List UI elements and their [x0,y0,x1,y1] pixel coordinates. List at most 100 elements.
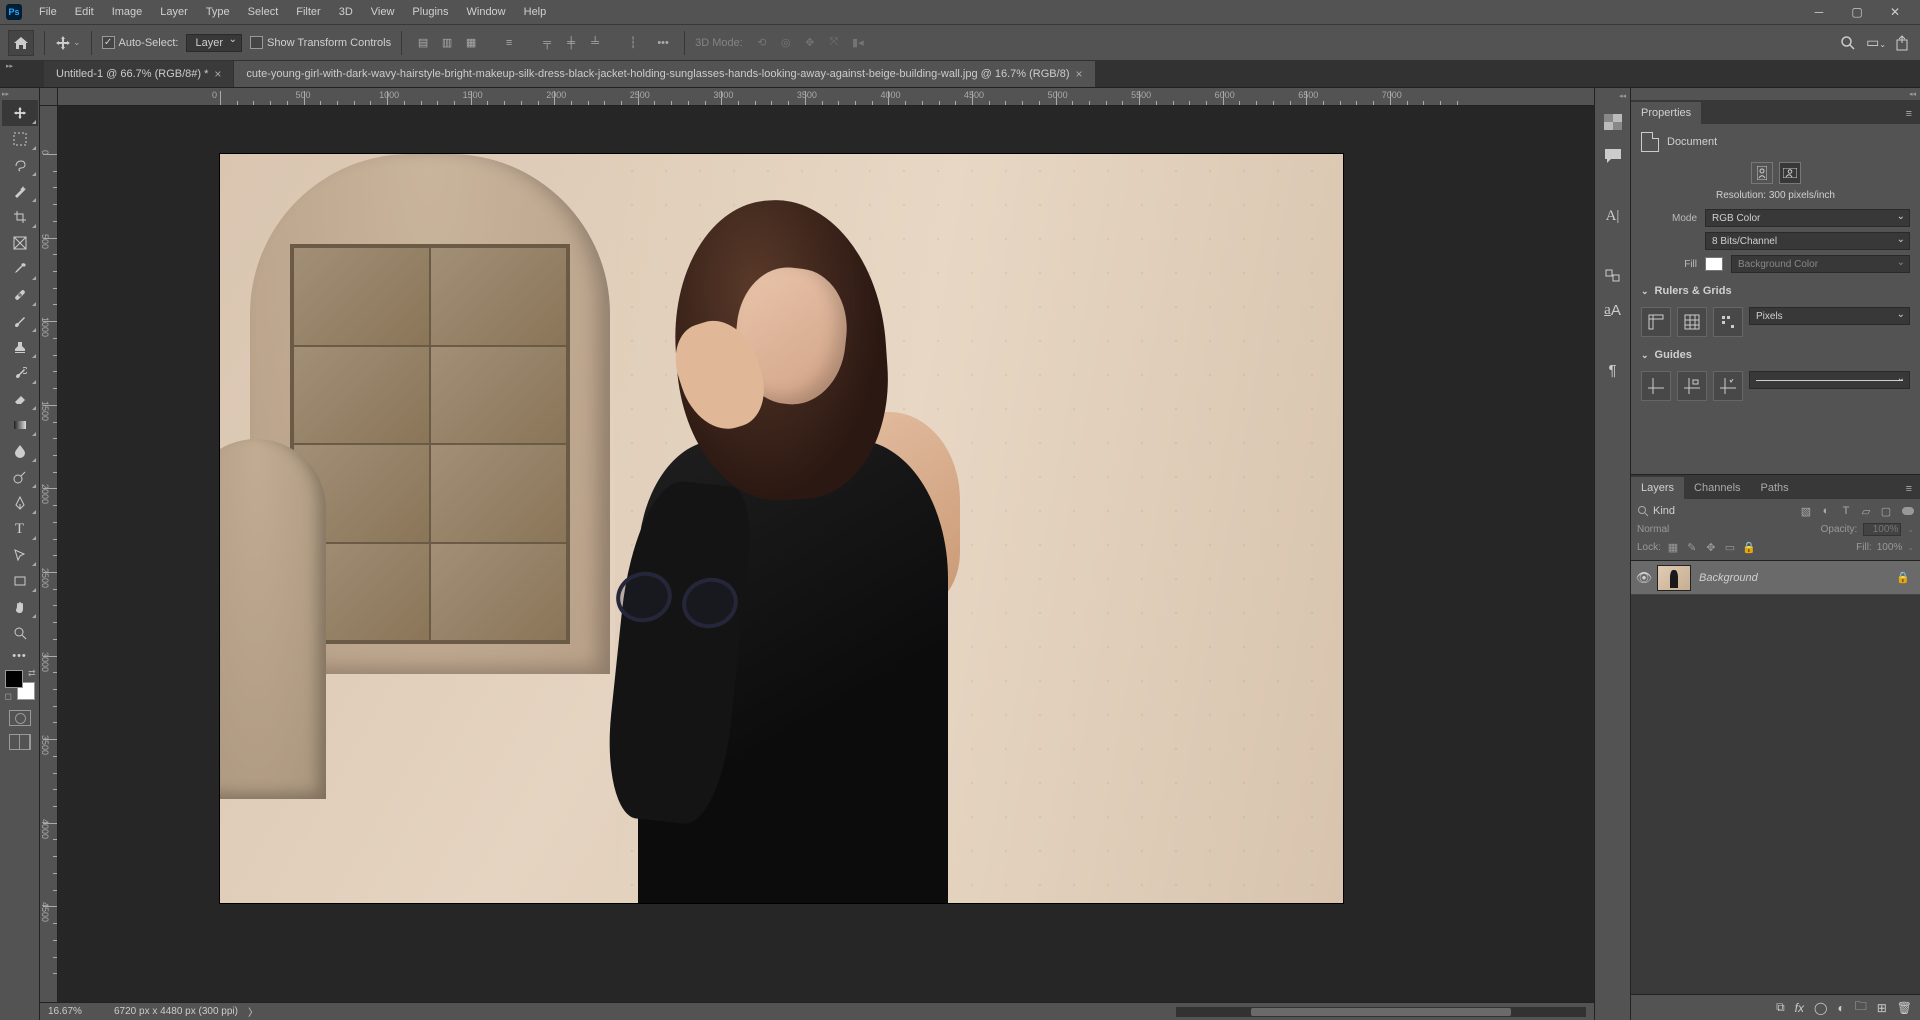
new-layer-icon[interactable]: ⊞ [1877,1001,1887,1015]
tab-channels[interactable]: Channels [1684,477,1750,499]
maximize-button[interactable]: ▢ [1838,2,1876,22]
align-bottom-icon[interactable]: ╧ [584,32,606,54]
filter-shape-icon[interactable]: ▱ [1858,503,1874,519]
fx-icon[interactable]: fx [1795,1001,1804,1015]
align-top-icon[interactable]: ╤ [536,32,558,54]
menu-type[interactable]: Type [197,2,239,22]
landscape-button[interactable] [1779,162,1801,184]
filter-smart-icon[interactable]: ▢ [1878,503,1894,519]
ruler-horizontal[interactable]: 0500100015002000250030003500400045005000… [58,88,1594,106]
guides-lock-button[interactable] [1677,371,1707,401]
tab-untitled[interactable]: Untitled-1 @ 66.7% (RGB/8#) * × [44,61,234,87]
move-tool[interactable] [2,100,38,126]
workspace-icon[interactable]: ▭⌄ [1866,34,1886,51]
opacity-value[interactable]: 100% [1863,523,1901,536]
fg-color-swatch[interactable] [5,670,23,688]
lasso-tool[interactable] [2,152,38,178]
tab-photo[interactable]: cute-young-girl-with-dark-wavy-hairstyle… [234,61,1095,87]
fill-value[interactable]: 100% [1877,542,1903,553]
align-stack-icon[interactable]: ≡ [498,32,520,54]
frame-tool[interactable] [2,230,38,256]
dodge-tool[interactable] [2,464,38,490]
blend-mode-dropdown[interactable]: Normal [1637,524,1815,535]
zoom-value[interactable]: 16.67% [48,1006,104,1017]
fill-dropdown[interactable]: Background Color [1731,255,1910,273]
menu-view[interactable]: View [362,2,404,22]
eyedropper-tool[interactable] [2,256,38,282]
layers-menu-icon[interactable]: ≡ [1898,479,1920,499]
menu-plugins[interactable]: Plugins [403,2,457,22]
eraser-tool[interactable] [2,386,38,412]
pixel-grid-button[interactable] [1713,307,1743,337]
guides-toggle-button[interactable] [1641,371,1671,401]
crop-tool[interactable] [2,204,38,230]
align-left-icon[interactable]: ▤ [412,32,434,54]
tabs-expand-icon[interactable]: ▸▸ [6,62,16,72]
history-brush-tool[interactable] [2,360,38,386]
glyphs-panel-icon[interactable]: aA [1599,296,1627,324]
close-tab-icon[interactable]: × [214,67,221,81]
ruler-origin[interactable] [40,88,58,106]
menu-3d[interactable]: 3D [330,2,362,22]
distribute-icon[interactable]: ┆ [622,32,644,54]
menu-edit[interactable]: Edit [66,2,103,22]
grid-toggle-button[interactable] [1677,307,1707,337]
mode-dropdown[interactable]: RGB Color [1705,209,1910,227]
brush-tool[interactable] [2,308,38,334]
portrait-button[interactable] [1751,162,1773,184]
lock-artboard-icon[interactable]: ▭ [1723,540,1737,554]
menu-filter[interactable]: Filter [287,2,329,22]
tab-layers[interactable]: Layers [1631,477,1684,499]
layer-lock-icon[interactable]: 🔒 [1896,571,1910,584]
layer-name[interactable]: Background [1699,572,1758,584]
healing-tool[interactable] [2,282,38,308]
link-layers-icon[interactable]: ⧉ [1776,1000,1785,1015]
blur-tool[interactable] [2,438,38,464]
tab-properties[interactable]: Properties [1631,102,1701,124]
tab-paths[interactable]: Paths [1751,477,1799,499]
align-vcenter-icon[interactable]: ╪ [560,32,582,54]
canvas[interactable]: 0500100015002000250030003500400045005000… [40,88,1594,1020]
auto-select-checkbox[interactable]: ✓ Auto-Select: [102,36,179,49]
canvas-viewport[interactable] [58,106,1594,1002]
depth-dropdown[interactable]: 8 Bits/Channel [1705,232,1910,250]
ruler-vertical[interactable]: 050010001500200025003000350040004500 [40,106,58,1002]
libraries-panel-icon[interactable] [1599,262,1627,290]
layer-thumbnail[interactable] [1657,565,1691,591]
menu-help[interactable]: Help [515,2,556,22]
reset-colors-icon[interactable]: ◻ [5,691,12,702]
fill-swatch[interactable] [1705,257,1723,271]
color-panel-icon[interactable] [1599,108,1627,136]
layer-background[interactable]: 👁 Background 🔒 [1631,561,1920,595]
lock-transparency-icon[interactable]: ▦ [1666,540,1680,554]
lock-all-icon[interactable]: 🔒 [1742,540,1756,554]
group-icon[interactable]: 🗀 [1855,997,1867,1018]
gradient-tool[interactable] [2,412,38,438]
minimize-button[interactable]: ─ [1800,2,1838,22]
delete-layer-icon[interactable]: 🗑 [1897,1001,1912,1015]
ruler-toggle-button[interactable] [1641,307,1671,337]
close-tab-icon[interactable]: × [1075,67,1082,81]
auto-select-target-dropdown[interactable]: Layer [186,34,242,52]
filter-pixel-icon[interactable]: ▧ [1798,503,1814,519]
menu-layer[interactable]: Layer [151,2,197,22]
smart-guides-button[interactable] [1713,371,1743,401]
type-tool[interactable]: T [2,516,38,542]
hand-tool[interactable] [2,594,38,620]
document-image[interactable] [220,154,1343,903]
swap-colors-icon[interactable]: ⇄ [28,668,36,679]
path-select-tool[interactable] [2,542,38,568]
marquee-tool[interactable] [2,126,38,152]
guides-section[interactable]: ⌄Guides [1635,345,1916,365]
lock-position-icon[interactable]: ✥ [1704,540,1718,554]
close-button[interactable]: ✕ [1876,2,1914,22]
share-icon[interactable] [1896,35,1912,51]
adjustment-icon[interactable]: ◐ [1837,1001,1844,1015]
kind-filter-dropdown[interactable]: Kind [1653,505,1794,517]
lock-image-icon[interactable]: ✎ [1685,540,1699,554]
comments-panel-icon[interactable] [1599,142,1627,170]
panels-collapse-icon[interactable]: ◂◂ [1905,88,1920,100]
zoom-tool[interactable] [2,620,38,646]
quick-mask-button[interactable] [9,710,31,726]
align-right-icon[interactable]: ▦ [460,32,482,54]
